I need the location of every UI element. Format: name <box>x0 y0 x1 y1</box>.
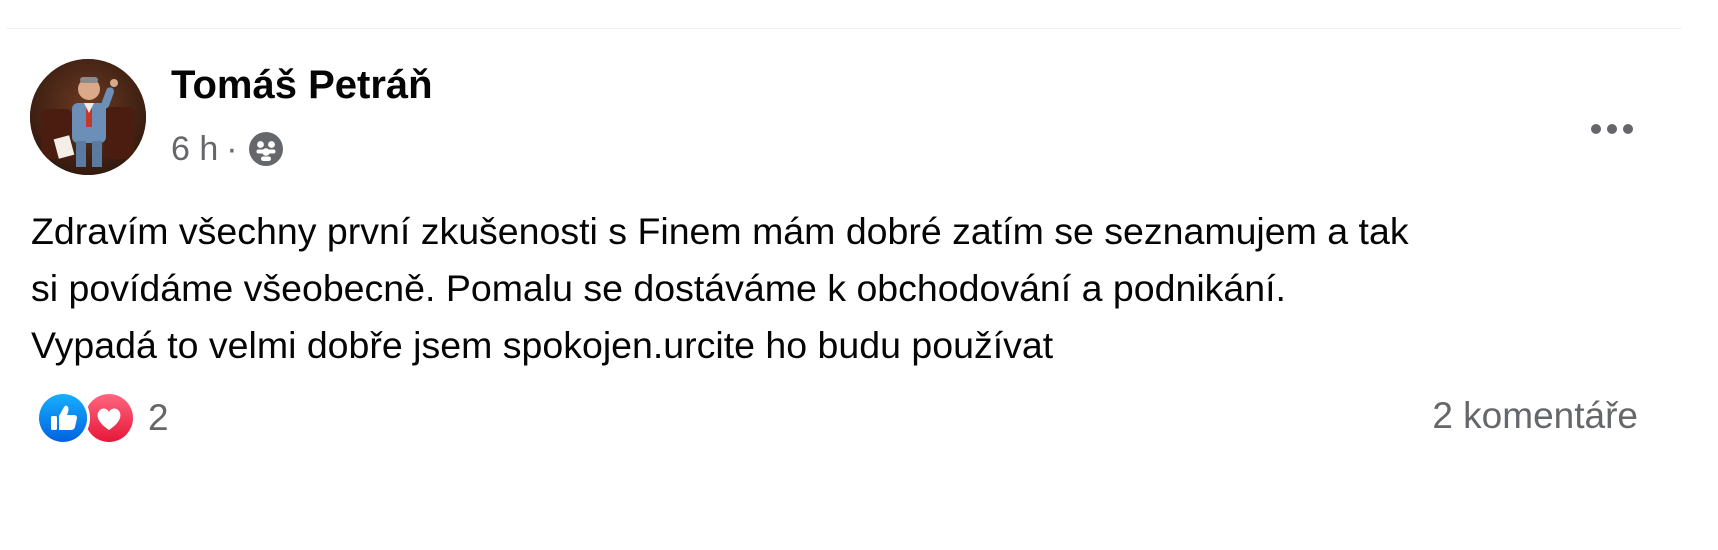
more-horizontal-icon <box>1591 124 1633 134</box>
post-text: Zdravím všechny první zkušenosti s Finem… <box>31 203 1671 374</box>
post-text-line: si povídáme všeobecně. Pomalu se dostává… <box>31 267 1286 309</box>
reaction-count: 2 <box>148 397 169 438</box>
post-time[interactable]: 6 h <box>171 130 218 169</box>
post-text-line: Vypadá to velmi dobře jsem spokojen.urci… <box>31 324 1054 366</box>
meta-separator: · <box>226 129 238 168</box>
avatar-image <box>30 59 146 175</box>
avatar[interactable] <box>30 59 146 175</box>
post-text-line: Zdravím všechny první zkušenosti s Finem… <box>31 210 1409 252</box>
comments-count-link[interactable]: 2 komentáře <box>1432 395 1638 437</box>
post-card: Tomáš Petráň 6 h · Zdravím všechny první… <box>6 28 1682 529</box>
more-options-button[interactable] <box>1580 105 1644 153</box>
author-name[interactable]: Tomáš Petráň <box>171 63 433 108</box>
post-meta: 6 h · <box>171 127 284 171</box>
friends-icon[interactable] <box>248 131 284 167</box>
like-reaction-icon <box>36 391 90 445</box>
reactions-summary[interactable]: 2 <box>36 391 169 445</box>
love-reaction-icon <box>82 391 136 445</box>
